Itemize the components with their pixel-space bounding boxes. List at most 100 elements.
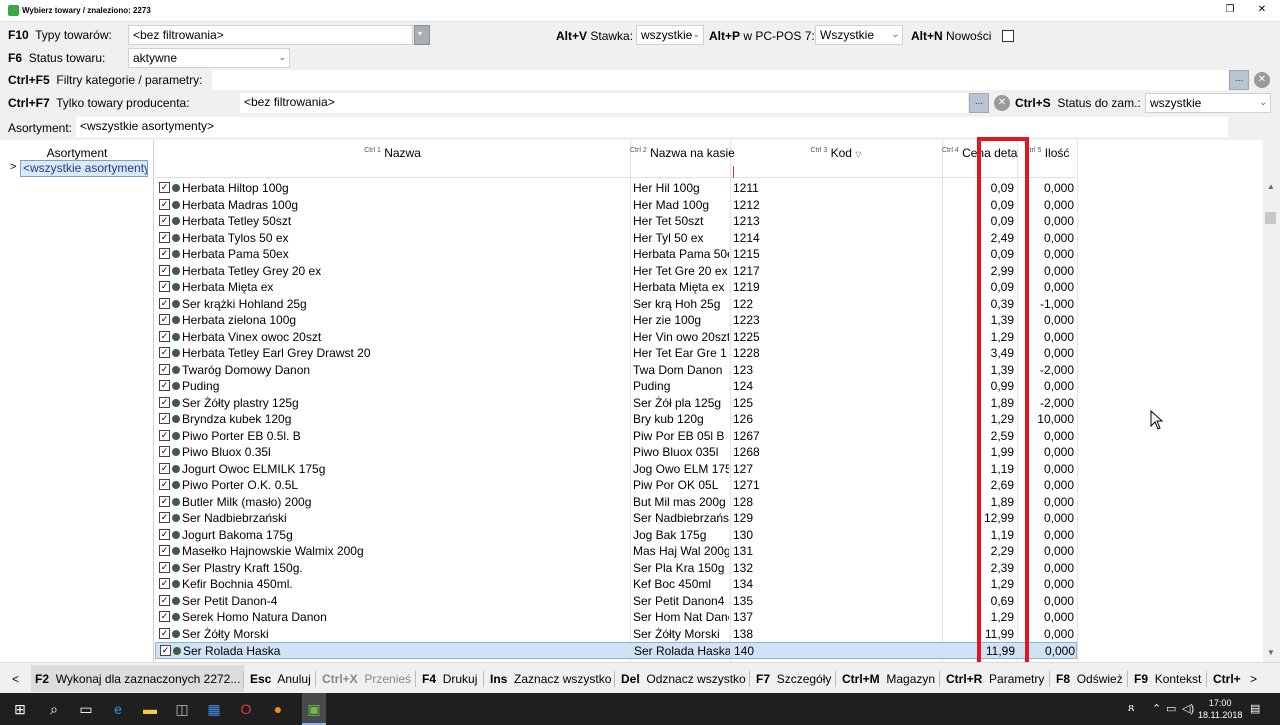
- more-shortcut-button[interactable]: Ctrl+: [1213, 672, 1241, 686]
- table-row[interactable]: ✓ Ser Nadbiebrzański Ser Nadbiebrzańsl 129 1…: [155, 510, 1077, 527]
- context-button[interactable]: F9 Kontekst: [1134, 672, 1201, 686]
- clear-icon[interactable]: ✕: [1254, 72, 1270, 88]
- chevron-right-icon[interactable]: >: [1250, 672, 1257, 686]
- chevron-up-icon[interactable]: ⌃: [1152, 702, 1161, 715]
- user-icon[interactable]: ጸ: [1128, 702, 1134, 715]
- category-filter-dots-button[interactable]: ...: [1229, 70, 1249, 90]
- table-row[interactable]: ✓ Puding Puding 124 0,99 0,000: [155, 378, 1077, 395]
- active-app-taskbar-button[interactable]: ▣: [302, 693, 326, 725]
- vat-rate-select[interactable]: wszystkie ⌄: [636, 25, 704, 45]
- table-row[interactable]: ✓ Herbata Tetley 50szt Her Tet 50szt 1213 0,…: [155, 213, 1077, 230]
- search-icon[interactable]: ⌕: [44, 699, 64, 719]
- table-row[interactable]: ✓ Piwo Porter EB 0.5l. B Piw Por EB 05l B 1…: [155, 428, 1077, 445]
- table-row[interactable]: ✓ Ser Żółty Morski Ser Żółty Morski 138 11,9…: [155, 626, 1077, 643]
- table-row[interactable]: ✓ Herbata Tylos 50 ex Her Tyl 50 ex 1214 2,4…: [155, 230, 1077, 247]
- parameters-button[interactable]: Ctrl+R Parametry: [946, 672, 1044, 686]
- order-status-select[interactable]: wszystkie ⌄: [1145, 93, 1271, 113]
- row-checkbox[interactable]: ✓: [159, 297, 170, 309]
- deselect-all-button[interactable]: Del Odznacz wszystko: [621, 672, 746, 686]
- execute-selected-button[interactable]: F2 Wykonaj dla zaznaczonych 2272...: [31, 665, 245, 692]
- table-row[interactable]: ✓ Kefir Bochnia 450ml. Kef Boc 450ml 134 1,2…: [155, 576, 1077, 593]
- table-row[interactable]: ✓ Jogurt Owoc ELMILK 175g Jog Owo ELM 175 1…: [155, 461, 1077, 478]
- column-header-code[interactable]: Ctrl 3 Kod ▽: [730, 146, 942, 160]
- windows-start-icon[interactable]: ⊞: [10, 699, 30, 719]
- row-checkbox[interactable]: ✓: [159, 413, 170, 424]
- row-checkbox[interactable]: ✓: [159, 495, 170, 507]
- chevron-left-icon[interactable]: <: [12, 672, 19, 686]
- column-header-pos-name[interactable]: Ctrl 2 Nazwa na kasie: [630, 146, 735, 160]
- producer-filter-dots-button[interactable]: ...: [969, 93, 989, 113]
- table-row[interactable]: ✓ Ser Rolada Haska Ser Rolada Haska 140 11,9…: [155, 642, 1077, 659]
- row-checkbox[interactable]: ✓: [159, 330, 170, 342]
- network-icon[interactable]: ▭: [1166, 702, 1176, 715]
- product-types-field[interactable]: <bez filtrowania>: [128, 25, 413, 45]
- grid-filter-row[interactable]: [155, 162, 1077, 178]
- scroll-down-icon[interactable]: ▼: [1267, 648, 1275, 657]
- table-row[interactable]: ✓ Ser Plastry Kraft 150g. Ser Pla Kra 150g…: [155, 560, 1077, 577]
- move-button[interactable]: Ctrl+X Przenieś: [322, 672, 411, 686]
- scroll-up-icon[interactable]: ▲: [1267, 182, 1275, 191]
- table-row[interactable]: ✓ Herbata Madras 100g Her Mad 100g 1212 0,09…: [155, 197, 1077, 214]
- row-checkbox[interactable]: ✓: [159, 182, 170, 193]
- table-row[interactable]: ✓ Herbata Mięta ex Herbata Mięta ex 1219 0,0…: [155, 279, 1077, 296]
- row-checkbox[interactable]: ✓: [159, 528, 170, 540]
- select-all-button[interactable]: Ins Zaznacz wszystko: [490, 672, 611, 686]
- new-items-checkbox[interactable]: [1002, 30, 1014, 42]
- row-checkbox[interactable]: ✓: [159, 231, 170, 243]
- table-row[interactable]: ✓ Ser Petit Danon-4 Ser Petit Danon4 135 0,6…: [155, 593, 1077, 610]
- grid-scrollbar[interactable]: ▲ ▼: [1263, 140, 1280, 662]
- column-header-name[interactable]: Ctrl 1 Nazwa: [155, 146, 630, 160]
- row-checkbox[interactable]: ✓: [159, 363, 170, 375]
- notifications-icon[interactable]: ▤: [1250, 702, 1260, 715]
- row-checkbox[interactable]: ✓: [159, 215, 170, 226]
- row-checkbox[interactable]: ✓: [159, 281, 170, 292]
- clock[interactable]: 17:00 18.11.2018: [1198, 697, 1242, 721]
- row-checkbox[interactable]: ✓: [159, 561, 170, 573]
- row-checkbox[interactable]: ✓: [159, 627, 170, 639]
- row-checkbox[interactable]: ✓: [159, 380, 170, 391]
- edge-browser-icon[interactable]: e: [108, 699, 128, 719]
- table-row[interactable]: ✓ Herbata Vinex owoc 20szt Her Vin owo 20s…: [155, 329, 1077, 346]
- store-icon[interactable]: ▦: [204, 699, 224, 719]
- details-button[interactable]: F7 Szczegóły: [756, 672, 831, 686]
- table-row[interactable]: ✓ Twaróg Domowy Danon Twa Dom Danon 123 1,39…: [155, 362, 1077, 379]
- table-row[interactable]: ✓ Ser Żółty plastry 125g Ser Żół pla 125g 1…: [155, 395, 1077, 412]
- row-checkbox[interactable]: ✓: [159, 429, 170, 441]
- cancel-button[interactable]: Esc Anuluj: [250, 672, 311, 686]
- row-checkbox[interactable]: ✓: [159, 264, 170, 276]
- table-row[interactable]: ✓ Herbata Hiltop 100g Her Hil 100g 1211 0,09…: [155, 180, 1077, 197]
- row-checkbox[interactable]: ✓: [160, 645, 171, 656]
- table-row[interactable]: ✓ Herbata Tetley Earl Grey Drawst 20 Her T…: [155, 345, 1077, 362]
- table-row[interactable]: ✓ Jogurt Bakoma 175g Jog Bak 175g 130 1,19 0,…: [155, 527, 1077, 544]
- table-row[interactable]: ✓ Masełko Hajnowskie Walmix 200g Mas Haj W…: [155, 543, 1077, 560]
- row-checkbox[interactable]: ✓: [159, 198, 170, 210]
- print-button[interactable]: F4 Drukuj: [422, 672, 477, 686]
- restore-icon[interactable]: ❐: [1222, 3, 1238, 17]
- row-checkbox[interactable]: ✓: [159, 314, 170, 325]
- scroll-thumb[interactable]: [1265, 212, 1276, 224]
- row-checkbox[interactable]: ✓: [159, 479, 170, 490]
- refresh-button[interactable]: F8 Odśwież: [1056, 672, 1123, 686]
- row-checkbox[interactable]: ✓: [159, 347, 170, 358]
- product-types-dropdown-button[interactable]: ▾: [414, 25, 430, 45]
- row-checkbox[interactable]: ✓: [159, 578, 170, 589]
- row-checkbox[interactable]: ✓: [159, 248, 170, 259]
- volume-icon[interactable]: ◁): [1182, 702, 1194, 715]
- app-icon[interactable]: ◫: [172, 699, 192, 719]
- table-row[interactable]: ✓ Herbata Tetley Grey 20 ex Her Tet Gre 20…: [155, 263, 1077, 280]
- row-checkbox[interactable]: ✓: [159, 462, 170, 474]
- pcpos-select[interactable]: Wszystkie ⌄: [815, 25, 903, 45]
- producer-filter-field[interactable]: <bez filtrowania>: [240, 93, 968, 113]
- row-checkbox[interactable]: ✓: [159, 396, 170, 408]
- table-row[interactable]: ✓ Herbata Pama 50ex Herbata Pama 50e 1215 0,…: [155, 246, 1077, 263]
- row-checkbox[interactable]: ✓: [159, 512, 170, 523]
- opera-browser-icon[interactable]: O: [236, 699, 256, 719]
- clear-icon[interactable]: ✕: [994, 95, 1010, 111]
- file-explorer-icon[interactable]: ▬: [140, 699, 160, 719]
- row-checkbox[interactable]: ✓: [159, 446, 170, 457]
- table-row[interactable]: ✓ Serek Homo Natura Danon Ser Hom Nat Danc…: [155, 609, 1077, 626]
- warehouse-button[interactable]: Ctrl+M Magazyn: [842, 672, 935, 686]
- assortment-tree-item[interactable]: <wszystkie asortymenty>: [20, 160, 148, 177]
- category-filter-field[interactable]: [212, 70, 1228, 90]
- row-checkbox[interactable]: ✓: [159, 611, 170, 622]
